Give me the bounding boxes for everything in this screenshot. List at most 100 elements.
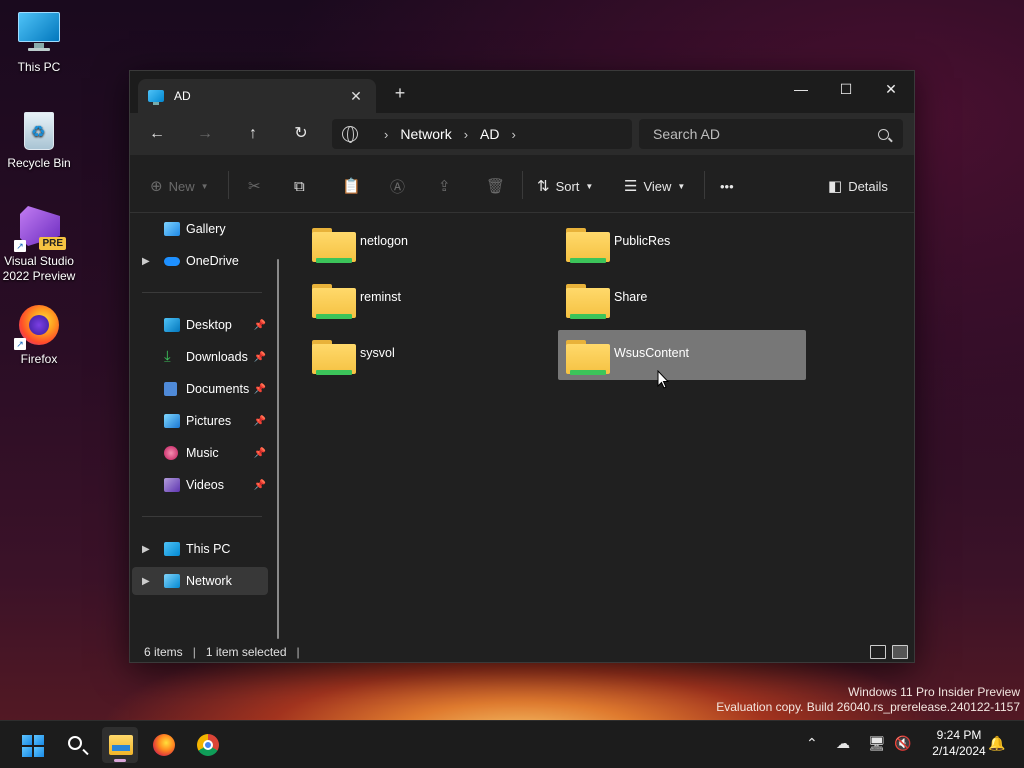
search-input[interactable]: Search AD xyxy=(639,119,903,149)
desktop-icon-label: This PC xyxy=(17,60,61,74)
network-folder-icon xyxy=(566,340,610,378)
sidebar-item-label: Gallery xyxy=(186,222,226,236)
sidebar-item-pictures[interactable]: Pictures 📌 xyxy=(132,407,268,435)
sidebar-item-network[interactable]: ▶ Network xyxy=(132,567,268,595)
folder-name: netlogon xyxy=(360,234,408,248)
address-bar[interactable]: › Network › AD › xyxy=(332,119,632,149)
videos-icon xyxy=(164,478,180,492)
pin-icon[interactable]: 📌 xyxy=(254,480,266,491)
divider xyxy=(522,171,523,199)
navigation-bar: ← → ↑ ↻ › Network › AD › Search AD xyxy=(130,113,914,155)
selection-count: 1 item selected xyxy=(205,645,287,659)
folder-reminst[interactable]: reminst xyxy=(304,274,552,324)
pin-icon[interactable]: 📌 xyxy=(254,352,266,363)
search-icon xyxy=(878,128,889,140)
pc-icon xyxy=(164,542,180,556)
sidebar-item-label: OneDrive xyxy=(186,254,239,268)
volume-muted-icon[interactable]: 🔇 xyxy=(894,735,911,752)
details-view-icon[interactable] xyxy=(870,645,886,659)
details-button[interactable]: ◧ Details xyxy=(828,175,888,197)
forward-arrow-icon[interactable]: → xyxy=(191,121,219,147)
clock-time: 9:24 PM xyxy=(936,728,982,742)
pictures-icon xyxy=(164,414,180,428)
share-icon[interactable]: ⇪ xyxy=(438,175,457,197)
folder-wsuscontent[interactable]: WsusContent xyxy=(558,330,806,380)
breadcrumb-network[interactable]: Network xyxy=(400,126,451,142)
tab-close-icon[interactable]: ✕ xyxy=(346,88,366,105)
sidebar-item-this-pc[interactable]: ▶ This PC xyxy=(132,535,268,563)
taskbar-file-explorer[interactable] xyxy=(102,727,138,763)
rename-icon[interactable]: Ⓐ xyxy=(390,175,411,197)
desktop-icon-firefox[interactable]: ↗ Firefox xyxy=(1,302,77,367)
maximize-button[interactable]: ☐ xyxy=(823,75,869,105)
active-indicator xyxy=(114,759,126,762)
pin-icon[interactable]: 📌 xyxy=(254,384,266,395)
sidebar-item-label: Music xyxy=(186,446,219,460)
folder-sysvol[interactable]: sysvol xyxy=(304,330,552,380)
chevron-right-icon[interactable]: ▶ xyxy=(142,576,150,587)
taskbar-clock[interactable]: 9:24 PM 2/14/2024 xyxy=(920,727,998,759)
sidebar-item-videos[interactable]: Videos 📌 xyxy=(132,471,268,499)
cut-icon[interactable]: ✂ xyxy=(248,175,267,197)
sidebar-item-onedrive[interactable]: ▶ OneDrive xyxy=(132,247,268,275)
sort-label: Sort xyxy=(555,178,580,194)
sidebar-item-desktop[interactable]: Desktop 📌 xyxy=(132,311,268,339)
onedrive-cloud-icon[interactable]: ☁ xyxy=(836,735,850,752)
details-pane-icon: ◧ xyxy=(828,178,843,195)
new-button[interactable]: ⊕ New ▼ xyxy=(150,175,209,197)
desktop-icon-this-pc[interactable]: This PC xyxy=(1,10,77,75)
sidebar-item-label: Pictures xyxy=(186,414,232,428)
sidebar-item-gallery[interactable]: Gallery xyxy=(132,215,268,243)
delete-icon[interactable]: 🗑 xyxy=(486,175,511,197)
breadcrumb-ad[interactable]: AD xyxy=(480,126,499,142)
pin-icon[interactable]: 📌 xyxy=(254,320,266,331)
folder-name: PublicRes xyxy=(614,234,671,248)
taskbar-chrome[interactable] xyxy=(190,727,226,763)
sidebar-scrollbar[interactable] xyxy=(277,259,279,639)
command-bar: ⊕ New ▼ ✂ ⧉ 📋 Ⓐ ⇪ 🗑 ⇅ Sort ▼ ☰ View ▼ ••… xyxy=(130,155,914,213)
sidebar-item-documents[interactable]: Documents 📌 xyxy=(132,375,268,403)
file-explorer-window: AD ✕ + — ☐ ✕ ← → ↑ ↻ › Network › AD › Se… xyxy=(129,70,915,663)
chevron-right-icon[interactable]: › xyxy=(384,127,388,142)
pin-icon[interactable]: 📌 xyxy=(254,416,266,427)
sidebar-item-music[interactable]: Music 📌 xyxy=(132,439,268,467)
network-folder-icon xyxy=(312,284,356,322)
refresh-icon[interactable]: ↻ xyxy=(287,121,315,147)
taskbar-firefox[interactable] xyxy=(146,727,182,763)
more-options-icon[interactable]: ••• xyxy=(720,175,734,197)
sidebar-item-downloads[interactable]: ⤓ Downloads 📌 xyxy=(132,343,268,371)
network-folder-icon xyxy=(312,340,356,378)
search-button[interactable] xyxy=(58,727,94,763)
desktop-icon-recycle-bin[interactable]: ♻ Recycle Bin xyxy=(1,106,77,171)
sort-button[interactable]: ⇅ Sort ▼ xyxy=(537,175,593,197)
pin-icon[interactable]: 📌 xyxy=(254,448,266,459)
desktop-icon-visual-studio[interactable]: PRE ↗ Visual Studio 2022 Preview xyxy=(1,204,77,284)
folder-share[interactable]: Share xyxy=(558,274,806,324)
view-button[interactable]: ☰ View ▼ xyxy=(624,175,685,197)
new-label: New xyxy=(168,178,195,194)
chevron-right-icon[interactable]: › xyxy=(512,127,516,142)
folder-publicres[interactable]: PublicRes xyxy=(558,218,806,268)
network-icon xyxy=(164,574,180,588)
chevron-right-icon[interactable]: ▶ xyxy=(142,256,150,267)
details-label: Details xyxy=(848,178,888,194)
show-hidden-icons-chevron-icon[interactable]: ⌃ xyxy=(806,735,818,752)
up-arrow-icon[interactable]: ↑ xyxy=(239,121,267,147)
minimize-button[interactable]: — xyxy=(778,75,824,105)
download-arrow-icon: ⤓ xyxy=(164,348,171,365)
chevron-right-icon[interactable]: ▶ xyxy=(142,544,150,555)
file-explorer-icon xyxy=(109,735,133,755)
network-status-icon[interactable]: 🖥 xyxy=(868,735,886,752)
pc-icon xyxy=(16,10,62,56)
start-button[interactable] xyxy=(14,727,50,763)
folder-netlogon[interactable]: netlogon xyxy=(304,218,552,268)
tiles-view-icon[interactable] xyxy=(892,645,908,659)
tab-ad[interactable]: AD ✕ xyxy=(138,79,376,113)
paste-icon[interactable]: 📋 xyxy=(342,175,367,197)
back-arrow-icon[interactable]: ← xyxy=(143,121,171,147)
copy-icon[interactable]: ⧉ xyxy=(294,175,311,197)
chevron-right-icon[interactable]: › xyxy=(464,127,468,142)
new-tab-button[interactable]: + xyxy=(388,83,412,104)
close-button[interactable]: ✕ xyxy=(868,75,914,105)
taskbar: ⌃ ☁ 🖥 🔇 🔔 xyxy=(0,720,1024,768)
